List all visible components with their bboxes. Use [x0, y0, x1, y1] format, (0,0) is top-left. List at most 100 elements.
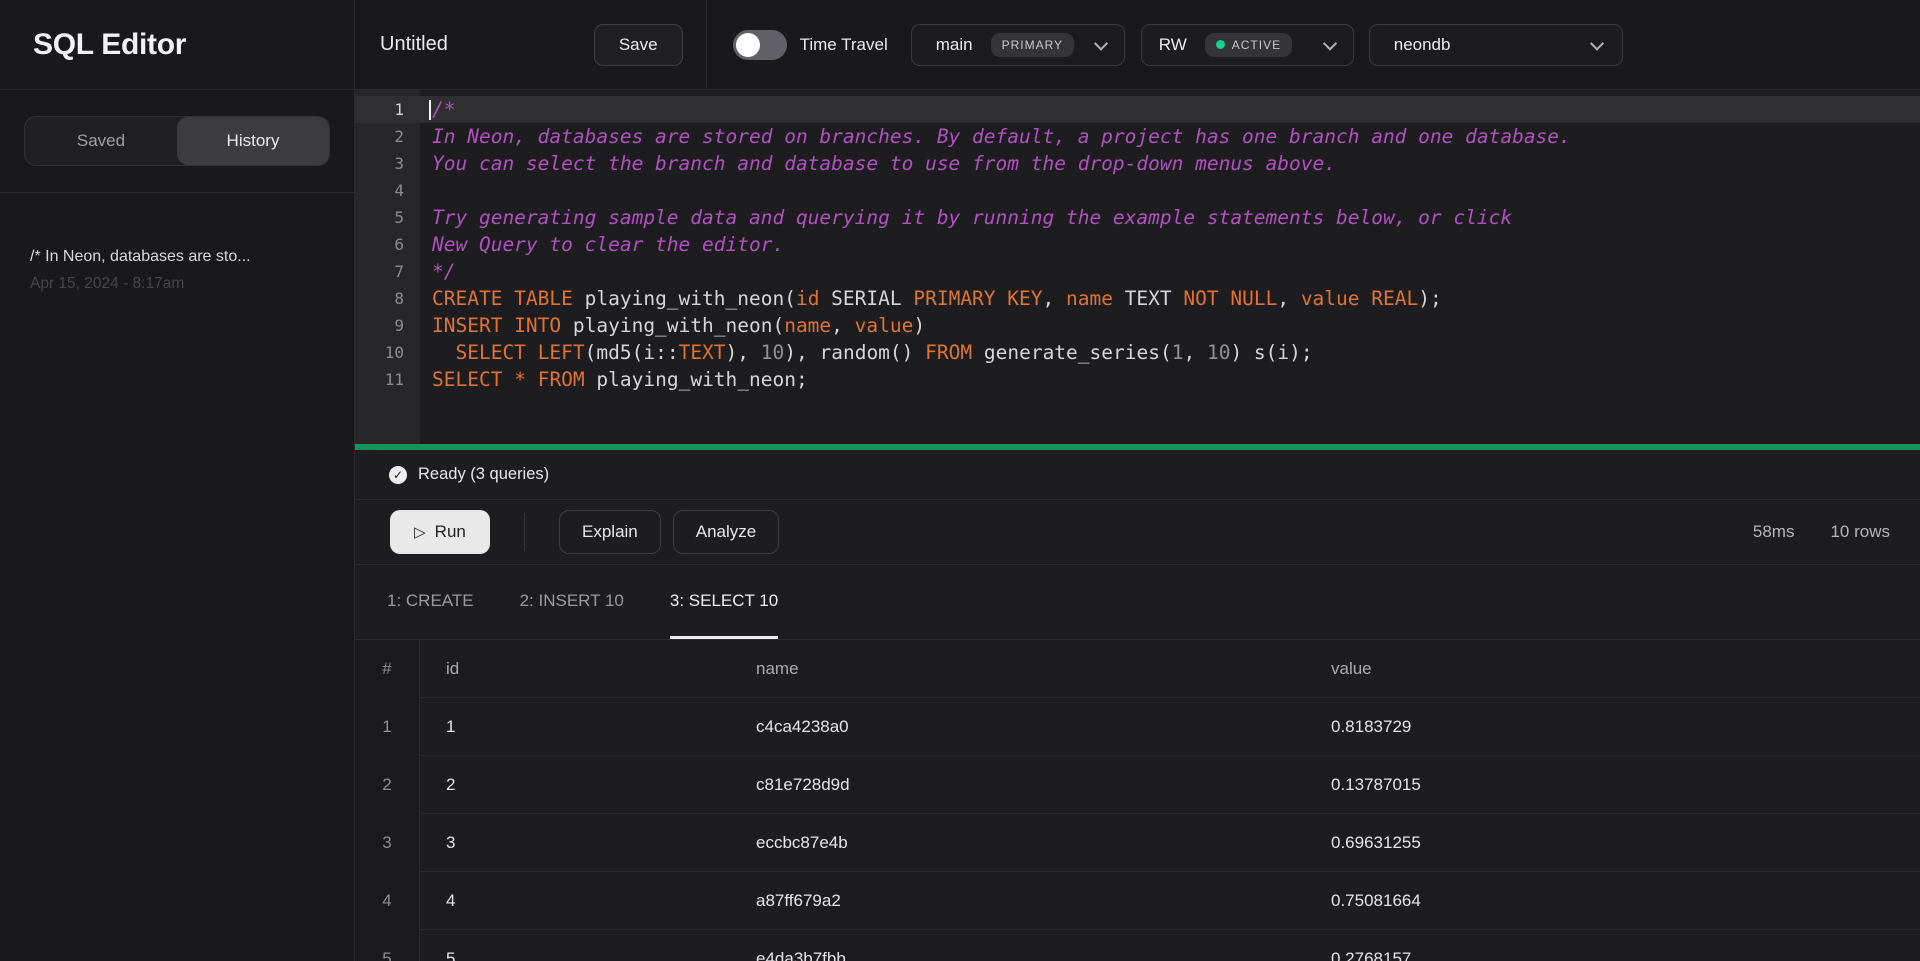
branch-selector[interactable]: main PRIMARY: [911, 24, 1125, 66]
query-title[interactable]: Untitled: [380, 33, 448, 56]
code-line[interactable]: 4: [355, 177, 1920, 204]
sql-editor-app: SQL Editor Saved History /* In Neon, dat…: [0, 0, 1920, 961]
line-number: 1: [355, 96, 420, 123]
code-line[interactable]: 10 SELECT LEFT(md5(i::TEXT), 10), random…: [355, 339, 1920, 366]
ready-check-icon: ✓: [389, 466, 407, 484]
query-metrics: 58ms 10 rows: [1753, 522, 1890, 542]
table-row: 11c4ca4238a00.8183729: [355, 698, 1920, 756]
result-tabs: 1: CREATE 2: INSERT 10 3: SELECT 10: [355, 565, 1920, 640]
branch-name: main: [936, 35, 973, 55]
database-name: neondb: [1394, 35, 1451, 55]
run-button[interactable]: ▷ Run: [390, 510, 490, 554]
result-tab[interactable]: 2: INSERT 10: [520, 565, 624, 639]
line-number: 7: [355, 258, 420, 285]
table-row: 44a87ff679a20.75081664: [355, 872, 1920, 930]
analyze-button[interactable]: Analyze: [673, 510, 779, 554]
code-line[interactable]: 3You can select the branch and database …: [355, 150, 1920, 177]
text-cursor: [429, 100, 431, 120]
result-tab[interactable]: 1: CREATE: [387, 565, 474, 639]
database-selector[interactable]: neondb: [1369, 24, 1623, 66]
topbar-divider: [706, 0, 707, 90]
table-row: 22c81e728d9d0.13787015: [355, 756, 1920, 814]
time-travel-toggle[interactable]: [733, 30, 787, 60]
page-title: SQL Editor: [33, 28, 186, 62]
table-cell: c4ca4238a0: [730, 717, 1305, 737]
save-button[interactable]: Save: [594, 24, 683, 66]
line-number: 11: [355, 366, 420, 393]
table-cell: 5: [420, 949, 730, 961]
table-cell: 0.8183729: [1305, 717, 1920, 737]
run-label: Run: [435, 522, 466, 542]
result-table: #idnamevalue11c4ca4238a00.818372922c81e7…: [355, 640, 1920, 961]
code-line[interactable]: 1/*: [355, 96, 1920, 123]
column-header: name: [730, 659, 1305, 679]
row-index-cell: 3: [355, 814, 420, 872]
code-text: Try generating sample data and querying …: [420, 204, 1512, 231]
tab-saved[interactable]: Saved: [25, 117, 177, 165]
code-text: In Neon, databases are stored on branche…: [420, 123, 1571, 150]
table-cell: 4: [420, 891, 730, 911]
code-lines: 1/*2In Neon, databases are stored on bra…: [355, 90, 1920, 393]
sidebar-tabs-section: Saved History: [0, 90, 354, 193]
code-text: */: [420, 258, 455, 285]
main-pane: Untitled Save Time Travel main PRIMARY R…: [355, 0, 1920, 961]
code-text: [420, 177, 432, 204]
code-text: SELECT * FROM playing_with_neon;: [420, 366, 808, 393]
compute-selector[interactable]: RW ACTIVE: [1141, 24, 1354, 66]
active-status-dot-icon: [1216, 40, 1225, 49]
chevron-down-icon: [1323, 36, 1337, 50]
table-row: 33eccbc87e4b0.69631255: [355, 814, 1920, 872]
code-text: New Query to clear the editor.: [420, 231, 784, 258]
code-line[interactable]: 6New Query to clear the editor.: [355, 231, 1920, 258]
column-header: #: [355, 640, 420, 698]
table-cell: 3: [420, 833, 730, 853]
line-number: 8: [355, 285, 420, 312]
line-number: 2: [355, 123, 420, 150]
code-line[interactable]: 2In Neon, databases are stored on branch…: [355, 123, 1920, 150]
column-header: value: [1305, 659, 1920, 679]
row-index-cell: 1: [355, 698, 420, 756]
tab-history[interactable]: History: [177, 117, 329, 165]
line-number: 10: [355, 339, 420, 366]
column-header: id: [420, 659, 730, 679]
sidebar: SQL Editor Saved History /* In Neon, dat…: [0, 0, 355, 961]
sidebar-header: SQL Editor: [0, 0, 354, 90]
line-number: 9: [355, 312, 420, 339]
toggle-knob: [736, 33, 760, 57]
code-line[interactable]: 9INSERT INTO playing_with_neon(name, val…: [355, 312, 1920, 339]
history-list-item[interactable]: /* In Neon, databases are sto... Apr 15,…: [0, 193, 354, 293]
code-text: You can select the branch and database t…: [420, 150, 1336, 177]
status-text: Ready (3 queries): [418, 465, 549, 484]
chevron-down-icon: [1094, 36, 1108, 50]
query-duration: 58ms: [1753, 522, 1795, 542]
status-bar: ✓ Ready (3 queries): [355, 450, 1920, 500]
table-cell: 0.75081664: [1305, 891, 1920, 911]
compute-name: RW: [1159, 35, 1187, 55]
row-index-cell: 5: [355, 930, 420, 961]
table-cell: e4da3b7fbb: [730, 949, 1305, 961]
table-header-row: #idnamevalue: [355, 640, 1920, 698]
branch-primary-badge: PRIMARY: [991, 33, 1074, 57]
code-text: INSERT INTO playing_with_neon(name, valu…: [420, 312, 925, 339]
actions-bar: ▷ Run Explain Analyze 58ms 10 rows: [355, 500, 1920, 565]
compute-active-badge: ACTIVE: [1205, 33, 1292, 57]
code-line[interactable]: 5Try generating sample data and querying…: [355, 204, 1920, 231]
code-line[interactable]: 7*/: [355, 258, 1920, 285]
code-text: /*: [420, 96, 455, 123]
table-cell: eccbc87e4b: [730, 833, 1305, 853]
table-cell: 1: [420, 717, 730, 737]
row-index-cell: 4: [355, 872, 420, 930]
explain-button[interactable]: Explain: [559, 510, 661, 554]
query-row-count: 10 rows: [1830, 522, 1890, 542]
line-number: 5: [355, 204, 420, 231]
code-line[interactable]: 8CREATE TABLE playing_with_neon(id SERIA…: [355, 285, 1920, 312]
code-line[interactable]: 11SELECT * FROM playing_with_neon;: [355, 366, 1920, 393]
result-tab[interactable]: 3: SELECT 10: [670, 565, 778, 639]
history-item-date: Apr 15, 2024 - 8:17am: [30, 275, 334, 293]
table-cell: c81e728d9d: [730, 775, 1305, 795]
code-text: SELECT LEFT(md5(i::TEXT), 10), random() …: [420, 339, 1313, 366]
code-editor[interactable]: 1/*2In Neon, databases are stored on bra…: [355, 90, 1920, 444]
table-row: 55e4da3b7fbb0.2768157: [355, 930, 1920, 961]
table-cell: a87ff679a2: [730, 891, 1305, 911]
chevron-down-icon: [1590, 36, 1604, 50]
